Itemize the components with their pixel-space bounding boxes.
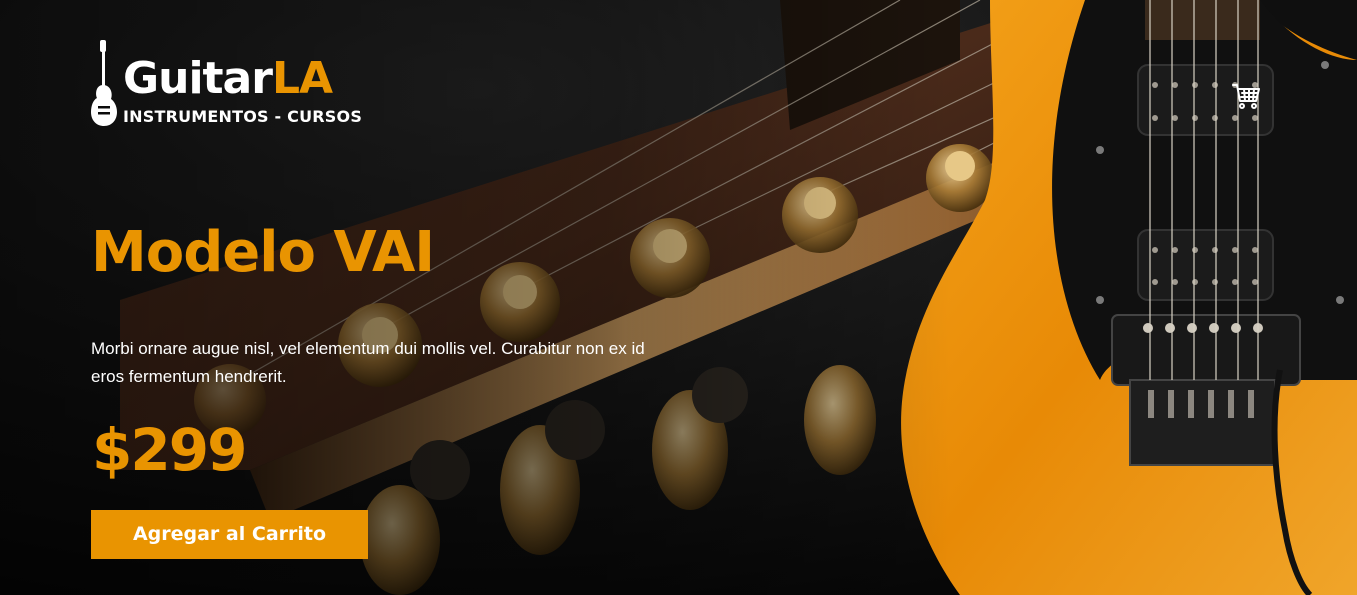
hero-header: GuitarLA INSTRUMENTOS - CURSOS Modelo VA… xyxy=(0,0,1357,595)
product-title: Modelo VAI xyxy=(91,220,435,285)
cart-icon xyxy=(1232,84,1260,109)
site-logo[interactable]: GuitarLA INSTRUMENTOS - CURSOS xyxy=(90,40,380,130)
add-to-cart-button[interactable]: Agregar al Carrito xyxy=(91,510,368,559)
logo-brand: GuitarLA xyxy=(123,53,333,104)
logo-brand-accent: LA xyxy=(271,53,333,104)
guitar-icon xyxy=(91,40,117,126)
logo-tagline: INSTRUMENTOS - CURSOS xyxy=(123,107,363,126)
cart-button[interactable] xyxy=(1230,80,1262,112)
product-description: Morbi ornare augue nisl, vel elementum d… xyxy=(91,339,645,386)
product-price: $299 xyxy=(92,416,247,484)
logo-brand-main: Guitar xyxy=(123,53,273,104)
